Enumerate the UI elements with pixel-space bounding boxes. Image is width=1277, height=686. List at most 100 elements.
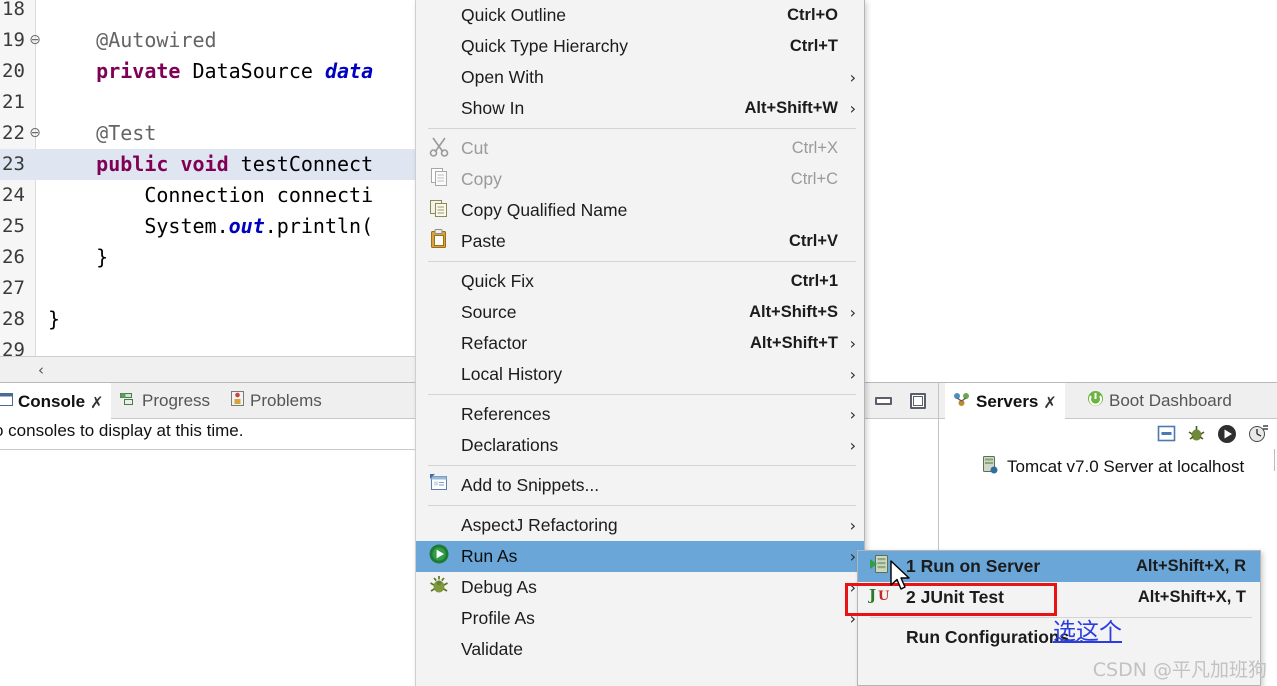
- menu-item-refactor[interactable]: Refactor Alt+Shift+T ›: [416, 328, 864, 359]
- menu-item-label: Quick Outline: [461, 5, 567, 25]
- menu-item-run-as[interactable]: Run As ›: [416, 541, 864, 572]
- chevron-right-icon: ›: [849, 578, 856, 597]
- profile-icon[interactable]: [1248, 424, 1269, 448]
- svg-text:U: U: [878, 589, 890, 604]
- menu-item-local-history[interactable]: Local History ›: [416, 359, 864, 390]
- menu-item-shortcut: Ctrl+X: [791, 139, 838, 157]
- menu-item-label: Show In: [461, 98, 525, 118]
- code-editor[interactable]: 18 19 ⊖ @Autowired 20 private DataSource da…: [0, 0, 420, 382]
- menu-item-label: Quick Type Hierarchy: [461, 36, 628, 56]
- menu-item-shortcut: Ctrl+T: [789, 37, 838, 55]
- code-token: System.: [48, 214, 229, 238]
- menu-item-quick-fix[interactable]: Quick Fix Ctrl+1: [416, 266, 864, 297]
- menu-item-declarations[interactable]: Declarations ›: [416, 430, 864, 461]
- console-panel-buttons: [874, 383, 928, 419]
- line-number: 25: [2, 215, 25, 237]
- menu-item-validate[interactable]: Validate: [416, 634, 864, 665]
- code-token: testConnect: [240, 152, 374, 176]
- tab-console[interactable]: Console ✗: [0, 383, 112, 419]
- menu-item-shortcut: Ctrl+O: [787, 6, 838, 24]
- menu-item-add-to-snippets[interactable]: Add to Snippets...: [416, 470, 864, 501]
- menu-item-shortcut: Ctrl+C: [790, 170, 838, 188]
- tab-servers[interactable]: Servers ✗: [945, 383, 1065, 419]
- menu-item-quick-outline[interactable]: Quick Outline Ctrl+O: [416, 0, 864, 31]
- menu-item-open-with[interactable]: Open With ›: [416, 62, 864, 93]
- menu-item-copy[interactable]: Copy Ctrl+C: [416, 164, 864, 195]
- context-menu[interactable]: Quick Outline Ctrl+O Quick Type Hierarchy C…: [415, 0, 865, 686]
- servers-column-divider: [1274, 449, 1275, 471]
- chevron-right-icon: ›: [849, 547, 856, 566]
- fold-toggle-icon[interactable]: ⊖: [28, 118, 42, 149]
- menu-item-shortcut: Ctrl+1: [790, 272, 838, 290]
- menu-item-source[interactable]: Source Alt+Shift+S ›: [416, 297, 864, 328]
- chevron-right-icon: ›: [849, 609, 856, 628]
- chevron-right-icon: ›: [849, 405, 856, 424]
- code-text: private DataSource data: [48, 56, 373, 87]
- fold-toggle-icon[interactable]: ⊖: [28, 25, 42, 56]
- code-line[interactable]: 24 Connection connecti: [0, 180, 420, 211]
- menu-item-label: Open With: [461, 67, 544, 87]
- tab-problems-label: Problems: [250, 391, 322, 410]
- tab-boot-dashboard[interactable]: Boot Dashboard: [1079, 383, 1240, 419]
- chevron-right-icon: ›: [849, 68, 856, 87]
- code-line[interactable]: 19 ⊖ @Autowired: [0, 25, 420, 56]
- tab-progress[interactable]: Progress: [112, 383, 218, 419]
- minimize-button[interactable]: [874, 393, 894, 409]
- line-number: 22: [2, 122, 25, 144]
- line-number: 19: [2, 29, 25, 51]
- code-line[interactable]: 21: [0, 87, 420, 118]
- chevron-right-icon: ›: [849, 365, 856, 384]
- code-line[interactable]: 18: [0, 0, 420, 25]
- submenu-item-shortcut: Alt+Shift+X, T: [1137, 588, 1246, 606]
- maximize-button[interactable]: [908, 393, 928, 409]
- chevron-right-icon: ›: [849, 516, 856, 535]
- menu-separator: [428, 261, 856, 262]
- chevron-right-icon: ›: [849, 303, 856, 322]
- line-number: 18: [2, 0, 25, 20]
- code-line[interactable]: 26 }: [0, 242, 420, 273]
- stop-icon[interactable]: [1157, 424, 1176, 448]
- tab-problems[interactable]: Problems: [222, 383, 330, 419]
- servers-tabbar: Servers ✗ Boot Dashboard: [939, 383, 1277, 419]
- code-lines[interactable]: 18 19 ⊖ @Autowired 20 private DataSource da…: [0, 0, 420, 366]
- code-line[interactable]: 23 public void testConnect: [0, 149, 420, 180]
- menu-item-profile-as[interactable]: Profile As ›: [416, 603, 864, 634]
- menu-separator: [428, 394, 856, 395]
- menu-item-shortcut: Ctrl+V: [788, 232, 838, 250]
- code-token: }: [48, 245, 109, 269]
- menu-item-cut[interactable]: Cut Ctrl+X: [416, 133, 864, 164]
- screenshot-root: 18 19 ⊖ @Autowired 20 private DataSource da…: [0, 0, 1277, 686]
- menu-item-aspectj-refactoring[interactable]: AspectJ Refactoring ›: [416, 510, 864, 541]
- code-line[interactable]: 22 ⊖ @Test: [0, 118, 420, 149]
- submenu-item-2-junit-test[interactable]: JU 2 JUnit Test Alt+Shift+X, T: [858, 582, 1260, 613]
- menu-item-quick-type-hierarchy[interactable]: Quick Type Hierarchy Ctrl+T: [416, 31, 864, 62]
- close-icon[interactable]: ✗: [1043, 393, 1056, 412]
- submenu-item-label: 2 JUnit Test: [906, 587, 1004, 607]
- menu-item-label: Add to Snippets...: [461, 475, 600, 495]
- debug-icon: [428, 574, 450, 601]
- console-divider: [0, 449, 420, 450]
- code-line[interactable]: 27: [0, 273, 420, 304]
- menu-item-copy-qualified-name[interactable]: Copy Qualified Name: [416, 195, 864, 226]
- server-tree-item[interactable]: Tomcat v7.0 Server at localhost: [981, 455, 1277, 479]
- line-number: 28: [2, 308, 25, 330]
- line-number: 23: [2, 153, 25, 175]
- code-token: out: [228, 214, 265, 238]
- close-icon[interactable]: ✗: [90, 393, 103, 412]
- editor-horizontal-scrollbar[interactable]: ‹: [0, 356, 420, 382]
- menu-item-debug-as[interactable]: Debug As ›: [416, 572, 864, 603]
- servers-icon: [953, 392, 971, 412]
- start-icon[interactable]: [1217, 424, 1237, 449]
- paste-icon: [428, 228, 450, 255]
- submenu-item-1-run-on-server[interactable]: 1 Run on Server Alt+Shift+X, R: [858, 551, 1260, 582]
- menu-item-show-in[interactable]: Show In Alt+Shift+W ›: [416, 93, 864, 124]
- debug-icon[interactable]: [1187, 424, 1206, 448]
- code-line[interactable]: 28}: [0, 304, 420, 335]
- code-line[interactable]: 25 System.out.println(: [0, 211, 420, 242]
- code-line[interactable]: 20 private DataSource data: [0, 56, 420, 87]
- menu-item-paste[interactable]: Paste Ctrl+V: [416, 226, 864, 257]
- scroll-left-icon[interactable]: ‹: [38, 361, 44, 379]
- copy-icon: [428, 166, 450, 193]
- menu-item-references[interactable]: References ›: [416, 399, 864, 430]
- code-text: }: [48, 242, 108, 273]
